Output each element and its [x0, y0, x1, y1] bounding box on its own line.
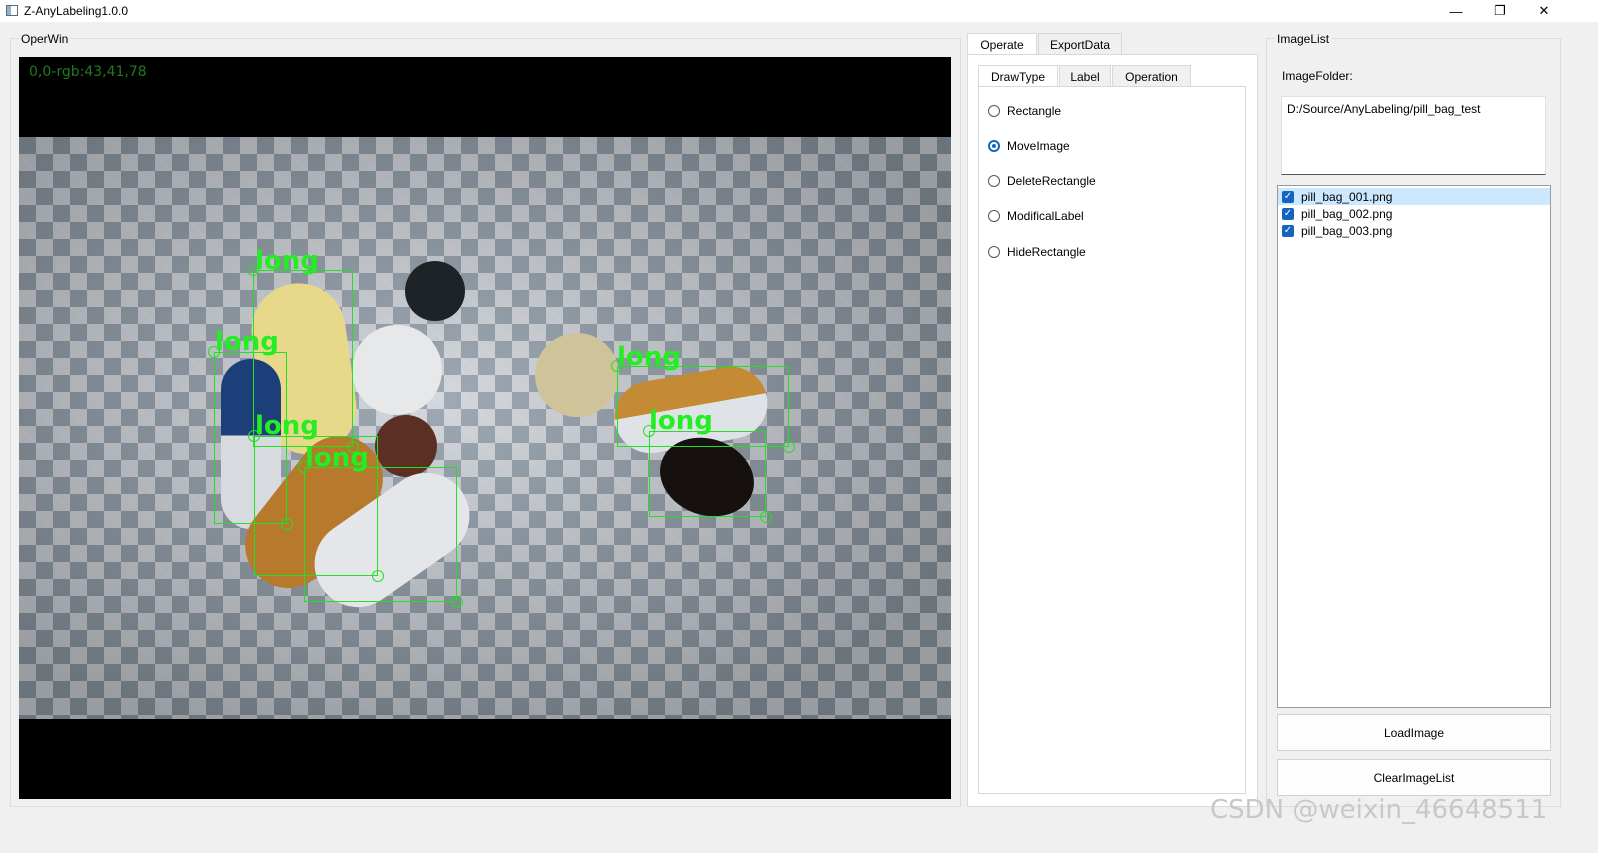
radio-button[interactable]: [988, 175, 1000, 187]
annotation-label: long: [305, 443, 369, 473]
tab-export-data[interactable]: ExportData: [1038, 33, 1122, 55]
radio-label: ModificalLabel: [1007, 209, 1084, 223]
close-button[interactable]: ✕: [1522, 0, 1566, 22]
title-bar: Z-AnyLabeling1.0.0 — ❐ ✕: [0, 0, 1598, 22]
checkbox-checked-icon[interactable]: ✓: [1282, 207, 1294, 220]
annotation-box[interactable]: [649, 431, 766, 517]
radio-button[interactable]: [988, 140, 1000, 152]
image-list-title: ImageList: [1275, 32, 1332, 46]
box-handle[interactable]: [451, 596, 463, 608]
file-name: pill_bag_002.png: [1301, 206, 1393, 221]
list-item[interactable]: ✓ pill_bag_001.png: [1278, 188, 1550, 205]
radio-delete-rectangle[interactable]: DeleteRectangle: [988, 172, 1096, 190]
tab-label[interactable]: Label: [1059, 65, 1111, 87]
clear-image-list-button[interactable]: ClearImageList: [1277, 759, 1551, 796]
restore-button[interactable]: ❐: [1478, 0, 1522, 22]
box-handle[interactable]: [611, 360, 623, 372]
box-handle[interactable]: [247, 264, 259, 276]
annotation-label: long: [215, 327, 279, 357]
list-item[interactable]: ✓ pill_bag_003.png: [1278, 222, 1550, 239]
box-handle[interactable]: [783, 441, 795, 453]
radio-label: Rectangle: [1007, 104, 1062, 118]
pill-white-round: [352, 325, 442, 415]
image-file-list[interactable]: ✓ pill_bag_001.png ✓ pill_bag_002.png ✓ …: [1277, 185, 1551, 708]
app-icon: [6, 5, 18, 16]
operwin-title: OperWin: [19, 32, 71, 46]
tab-operate[interactable]: Operate: [967, 33, 1037, 55]
minimize-button[interactable]: —: [1434, 0, 1478, 22]
window-title: Z-AnyLabeling1.0.0: [24, 4, 129, 18]
radio-button[interactable]: [988, 246, 1000, 258]
radio-label: DeleteRectangle: [1007, 174, 1096, 188]
annotation-label: long: [255, 246, 319, 276]
radio-button[interactable]: [988, 210, 1000, 222]
box-handle[interactable]: [208, 346, 220, 358]
box-handle[interactable]: [643, 425, 655, 437]
radio-label: MoveImage: [1007, 139, 1070, 153]
radio-button[interactable]: [988, 105, 1000, 117]
box-handle[interactable]: [760, 511, 772, 523]
radio-rectangle[interactable]: Rectangle: [988, 102, 1061, 120]
pill-bag-image: long long long long long long: [19, 137, 951, 719]
pill-black-round: [405, 261, 465, 321]
box-handle[interactable]: [298, 461, 310, 473]
watermark: CSDN @weixin_46648511: [1210, 795, 1548, 825]
checkbox-checked-icon[interactable]: ✓: [1282, 224, 1294, 237]
annotation-box[interactable]: [304, 467, 457, 602]
box-handle[interactable]: [248, 430, 260, 442]
annotation-label: long: [649, 406, 713, 436]
annotation-label: long: [617, 342, 681, 372]
annotation-label: long: [255, 411, 319, 441]
coordinate-readout: 0,0-rgb:43,41,78: [29, 64, 147, 80]
tab-operation[interactable]: Operation: [1112, 65, 1191, 87]
file-name: pill_bag_001.png: [1301, 189, 1393, 204]
radio-move-image[interactable]: MoveImage: [988, 137, 1070, 155]
radio-label: HideRectangle: [1007, 245, 1086, 259]
image-folder-field[interactable]: D:/Source/AnyLabeling/pill_bag_test: [1281, 96, 1546, 175]
list-item[interactable]: ✓ pill_bag_002.png: [1278, 205, 1550, 222]
tab-draw-type[interactable]: DrawType: [978, 65, 1058, 87]
draw-type-pane: [978, 86, 1246, 794]
file-name: pill_bag_003.png: [1301, 223, 1393, 238]
image-viewer[interactable]: long long long long long long 0,0-rgb:43…: [19, 57, 951, 799]
load-image-button[interactable]: LoadImage: [1277, 714, 1551, 751]
image-folder-label: ImageFolder:: [1282, 69, 1353, 83]
radio-hide-rectangle[interactable]: HideRectangle: [988, 243, 1086, 261]
checkbox-checked-icon[interactable]: ✓: [1282, 190, 1294, 203]
radio-modifical-label[interactable]: ModificalLabel: [988, 207, 1084, 225]
pill-beige-round: [535, 333, 619, 417]
